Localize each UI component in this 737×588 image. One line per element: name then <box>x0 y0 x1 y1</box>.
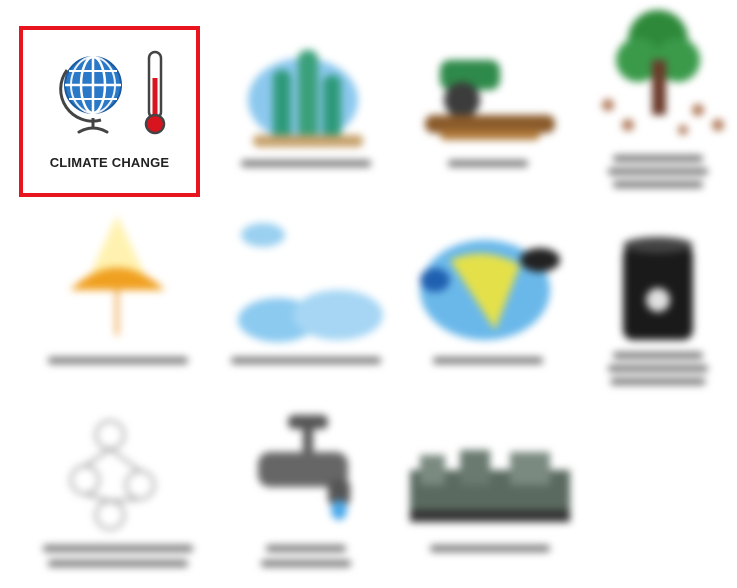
climate-change-label: CLIMATE CHANGE <box>49 155 170 170</box>
globe-thermometer-icon <box>59 50 166 135</box>
lamp-ozone-icon[interactable] <box>30 210 205 380</box>
clouds-icon[interactable] <box>218 210 393 380</box>
climate-change-tile[interactable]: CLIMATE CHANGE <box>19 26 200 197</box>
globe-map-icon[interactable] <box>400 210 575 380</box>
city-skyline-icon[interactable] <box>400 420 580 580</box>
molecule-diagram-icon[interactable] <box>30 405 205 583</box>
cactus-desert-icon[interactable] <box>218 20 393 190</box>
water-tap-icon[interactable] <box>218 410 393 583</box>
land-use-icon[interactable] <box>400 20 575 190</box>
tree-icon[interactable] <box>578 0 737 190</box>
barrel-icon[interactable] <box>578 220 737 390</box>
